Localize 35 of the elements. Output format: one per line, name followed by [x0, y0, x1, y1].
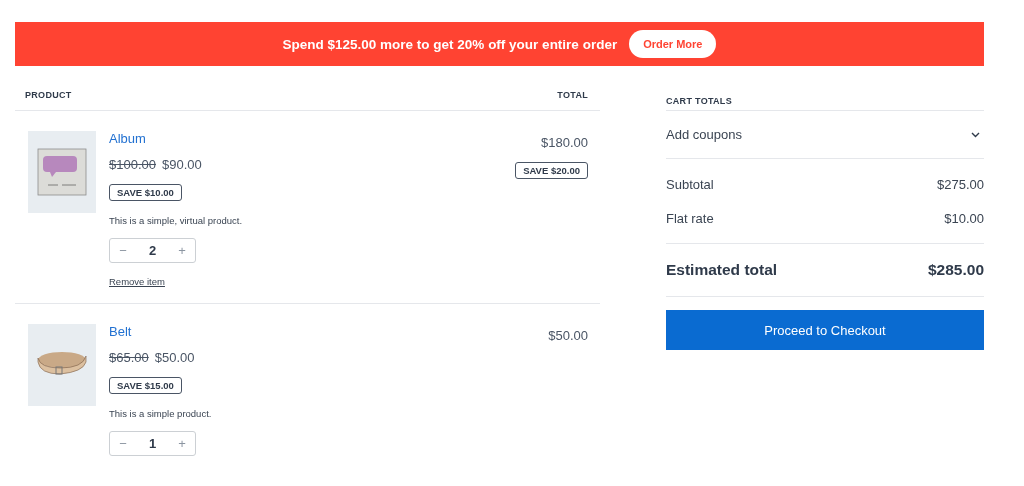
estimated-total-label: Estimated total	[666, 261, 778, 279]
total-value: $10.00	[944, 210, 984, 226]
quantity-field[interactable]: 2	[136, 242, 169, 259]
add-coupons-toggle[interactable]: Add coupons	[666, 111, 984, 159]
line-total: $50.00	[548, 328, 588, 343]
quantity-stepper[interactable]: − 1 +	[109, 431, 196, 456]
product-description: This is a simple product.	[109, 408, 212, 419]
checkout-button[interactable]: Proceed to Checkout	[666, 310, 984, 350]
column-header: PRODUCT	[25, 90, 72, 102]
total-label: Flat rate	[666, 210, 714, 226]
line-total: $180.00	[541, 135, 588, 150]
quantity-field[interactable]: 1	[136, 435, 169, 452]
decrease-button[interactable]: −	[110, 243, 136, 258]
product-description: This is a simple, virtual product.	[109, 215, 243, 226]
cart-totals-heading: CART TOTALS	[666, 96, 732, 106]
sale-price: $90.00	[162, 157, 202, 172]
promo-message: Spend $125.00 more to get 20% off your entire order	[282, 36, 618, 52]
increase-button[interactable]: +	[169, 436, 195, 451]
order-more-button[interactable]: Order More	[629, 30, 717, 58]
savings-badge: SAVE $15.00	[109, 377, 182, 394]
total-value: $275.00	[937, 176, 984, 192]
regular-price: $65.00	[109, 350, 149, 365]
remove-item-link[interactable]: Remove item	[109, 276, 165, 287]
savings-badge: SAVE $10.00	[109, 184, 182, 201]
sale-price: $50.00	[154, 350, 195, 365]
decrease-button[interactable]: −	[110, 436, 136, 451]
savings-badge: SAVE $20.00	[515, 162, 588, 179]
increase-button[interactable]: +	[169, 243, 195, 258]
estimated-total-value: $285.00	[927, 261, 984, 279]
column-header: TOTAL	[557, 90, 588, 102]
total-label: Subtotal	[666, 176, 714, 192]
product-name[interactable]: Album	[109, 131, 146, 146]
quantity-stepper[interactable]: − 2 +	[109, 238, 196, 263]
product-name[interactable]: Belt	[109, 324, 132, 339]
regular-price: $100.00	[109, 157, 156, 172]
